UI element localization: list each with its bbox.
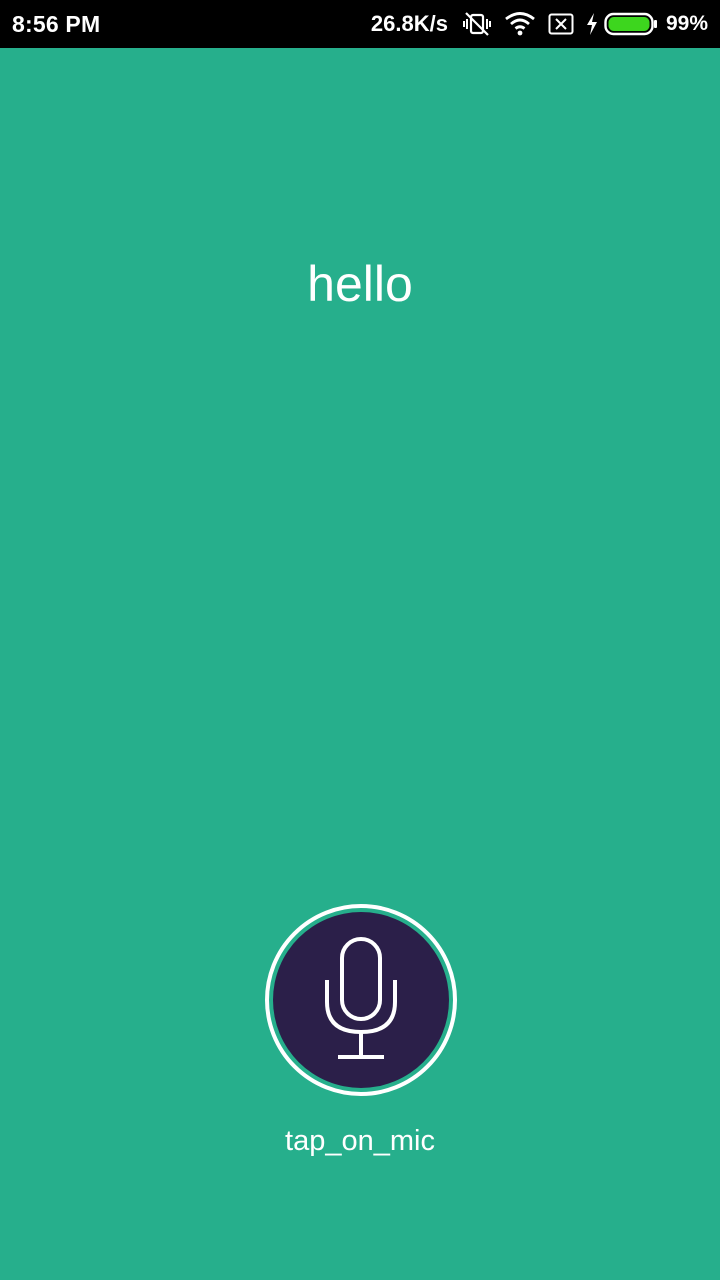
microphone-icon xyxy=(321,936,401,1064)
no-sim-icon xyxy=(548,13,574,35)
battery-icon xyxy=(604,12,658,36)
wifi-icon xyxy=(504,12,536,36)
battery-percent: 99% xyxy=(665,12,708,35)
status-bar: 8:56 PM 26.8K/s 99% xyxy=(0,0,720,48)
app-screen: 8:56 PM 26.8K/s 99% hello tap_on_mic xyxy=(0,0,720,1280)
status-time: 8:56 PM xyxy=(12,10,101,37)
charging-bolt-icon xyxy=(586,13,598,35)
mic-instruction-label: tap_on_mic xyxy=(285,1125,435,1157)
status-icons: 26.8K/s 99% xyxy=(371,0,708,48)
network-speed: 26.8K/s xyxy=(370,11,448,36)
vibrate-off-icon xyxy=(462,11,492,37)
mic-button-fill xyxy=(273,912,449,1088)
mic-button[interactable] xyxy=(265,904,457,1096)
recognized-text: hello xyxy=(307,256,413,312)
